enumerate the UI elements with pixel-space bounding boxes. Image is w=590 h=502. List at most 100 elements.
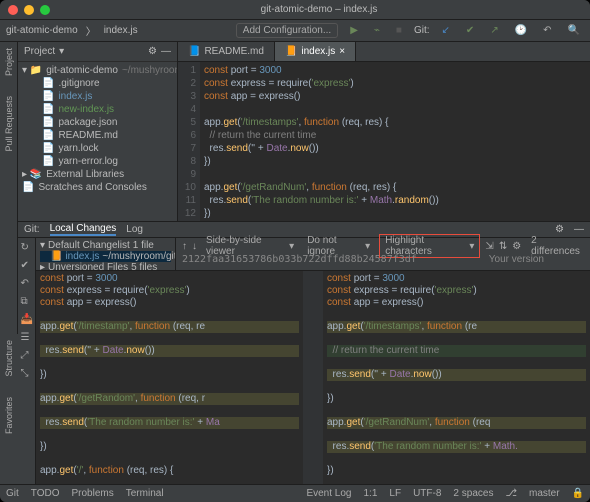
- default-changelist[interactable]: ▾ Default Changelist 1 file: [40, 240, 171, 251]
- tree-file[interactable]: 📄.gitignore: [22, 77, 173, 90]
- favorites-tool-button[interactable]: Favorites: [4, 397, 14, 434]
- folder-open-icon: ▾ 📁: [22, 65, 42, 76]
- debug-icon[interactable]: ⌁: [370, 24, 384, 37]
- git-tab-local-changes[interactable]: Local Changes: [50, 223, 117, 236]
- diff-pane-left[interactable]: const port = 3000 const express = requir…: [36, 271, 303, 484]
- editor-tabs: 📘README.md 📙index.js×: [178, 42, 590, 62]
- group-icon[interactable]: ☰: [21, 332, 33, 344]
- run-icon[interactable]: ▶: [346, 24, 362, 37]
- tree-scratches[interactable]: 📄Scratches and Consoles: [22, 181, 173, 194]
- vcs-revert-icon[interactable]: ↶: [539, 24, 555, 37]
- tree-ext-libs[interactable]: ▸ 📚External Libraries: [22, 168, 173, 181]
- code-editor[interactable]: 1234567891011121314 const port = 3000 co…: [178, 62, 590, 221]
- git-label: Git:: [24, 224, 40, 235]
- minimize-window-icon[interactable]: [24, 5, 34, 15]
- diff-pane-right[interactable]: const port = 3000 const express = requir…: [323, 271, 590, 484]
- search-icon[interactable]: 🔍: [564, 24, 584, 37]
- window-title: git-atomic-demo – index.js: [56, 4, 582, 15]
- tree-file[interactable]: 📄yarn.lock: [22, 142, 173, 155]
- scratches-icon: 📄: [22, 182, 34, 193]
- next-diff-icon[interactable]: ↓: [192, 241, 197, 252]
- content-area: Project ▾ ⚙ — ▾ 📁 git-atomic-demo ~/mush…: [18, 42, 590, 484]
- diff-toolbar-vertical: ↻ ✔ ↶ ⧉ 📥 ☰ ⤢ ⤡: [18, 238, 36, 484]
- indent[interactable]: 2 spaces: [453, 488, 493, 499]
- project-tool-button[interactable]: Project: [4, 48, 14, 76]
- chevron-right-icon: ▸ 📚: [22, 169, 42, 180]
- file-icon: 📄: [42, 156, 54, 167]
- status-terminal[interactable]: Terminal: [126, 488, 164, 499]
- tree-file[interactable]: 📄package.json: [22, 116, 173, 129]
- git-hide-icon[interactable]: —: [574, 224, 584, 235]
- status-bar: Git TODO Problems Terminal Event Log 1:1…: [0, 484, 590, 502]
- vcs-history-icon[interactable]: 🕑: [511, 24, 531, 37]
- encoding[interactable]: UTF-8: [413, 488, 441, 499]
- file-icon: 📘: [188, 46, 200, 57]
- tree-file[interactable]: 📄index.js: [22, 90, 173, 103]
- git-label: Git:: [414, 25, 430, 36]
- prev-diff-icon[interactable]: ↑: [182, 241, 187, 252]
- expand-icon[interactable]: ⤢: [21, 350, 33, 362]
- vcs-commit-icon[interactable]: ✔: [462, 24, 478, 37]
- sync-scroll-icon[interactable]: ⇅: [499, 241, 507, 252]
- tree-file[interactable]: 📄yarn-error.log: [22, 155, 173, 168]
- project-tree[interactable]: ▾ 📁 git-atomic-demo ~/mushyroom/git-atom…: [18, 62, 177, 196]
- cursor-pos[interactable]: 1:1: [364, 488, 378, 499]
- diff-icon[interactable]: ⧉: [21, 296, 33, 308]
- vcs-push-icon[interactable]: ↗: [486, 24, 502, 37]
- breadcrumb-file[interactable]: index.js: [104, 25, 138, 36]
- git-tab-log[interactable]: Log: [126, 224, 143, 235]
- project-panel: Project ▾ ⚙ — ▾ 📁 git-atomic-demo ~/mush…: [18, 42, 178, 221]
- lock-icon[interactable]: 🔒: [572, 488, 584, 499]
- revert-icon[interactable]: ↶: [21, 278, 33, 290]
- diff-panel: ↻ ✔ ↶ ⧉ 📥 ☰ ⤢ ⤡ ▾ Default Changelist 1 f…: [18, 238, 590, 484]
- tree-root[interactable]: ▾ 📁 git-atomic-demo ~/mushyroom/git-atom…: [22, 64, 173, 77]
- collapse-icon[interactable]: ⤡: [21, 368, 33, 380]
- pull-requests-tool-button[interactable]: Pull Requests: [4, 96, 14, 152]
- event-log[interactable]: Event Log: [306, 488, 351, 499]
- file-icon: 📄: [42, 78, 54, 89]
- tab-index-js[interactable]: 📙index.js×: [275, 42, 356, 61]
- file-icon: 📄: [42, 130, 54, 141]
- tab-readme[interactable]: 📘README.md: [178, 42, 275, 61]
- settings-icon[interactable]: ⚙: [512, 241, 521, 252]
- stop-icon: ■: [392, 24, 406, 37]
- collapse-unchanged-icon[interactable]: ⇲: [485, 241, 493, 252]
- status-todo[interactable]: TODO: [31, 488, 60, 499]
- diff-gutter: [303, 271, 323, 484]
- branch[interactable]: master: [529, 488, 560, 499]
- project-settings-icon[interactable]: ⚙: [148, 46, 157, 57]
- unversioned-files[interactable]: ▸ Unversioned Files 5 files: [40, 262, 171, 270]
- code-source[interactable]: const port = 3000 const express = requir…: [200, 62, 443, 221]
- editor-panel: 📘README.md 📙index.js× 123456789101112131…: [178, 42, 590, 221]
- refresh-icon[interactable]: ↻: [21, 242, 33, 254]
- changed-file[interactable]: 📙 index.js ~/mushyroom/git-ator: [40, 251, 171, 262]
- changes-tree[interactable]: ▾ Default Changelist 1 file 📙 index.js ~…: [36, 238, 176, 270]
- vcs-update-icon[interactable]: ↙: [438, 24, 454, 37]
- file-icon: 📄: [42, 91, 54, 102]
- commit-icon[interactable]: ✔: [21, 260, 33, 272]
- add-configuration-button[interactable]: Add Configuration...: [236, 23, 338, 38]
- structure-tool-button[interactable]: Structure: [4, 340, 14, 377]
- git-settings-icon[interactable]: ⚙: [555, 224, 564, 235]
- breadcrumb-root[interactable]: git-atomic-demo: [6, 25, 78, 36]
- tree-file[interactable]: 📄new-index.js: [22, 103, 173, 116]
- close-window-icon[interactable]: [8, 5, 18, 15]
- project-panel-header: Project ▾ ⚙ —: [18, 42, 177, 62]
- breadcrumb-chevron-icon: 〉: [86, 23, 96, 38]
- status-git[interactable]: Git: [6, 488, 19, 499]
- close-tab-icon[interactable]: ×: [339, 46, 345, 57]
- status-problems[interactable]: Problems: [72, 488, 114, 499]
- tree-file[interactable]: 📄README.md: [22, 129, 173, 142]
- shelf-icon[interactable]: 📥: [21, 314, 33, 326]
- line-sep[interactable]: LF: [389, 488, 401, 499]
- your-version-label: Your version: [489, 254, 544, 265]
- line-gutter: 1234567891011121314: [178, 62, 200, 221]
- left-tool-gutter-bottom: Structure Favorites: [0, 334, 18, 484]
- main-toolbar: git-atomic-demo 〉 index.js Add Configura…: [0, 20, 590, 42]
- maximize-window-icon[interactable]: [40, 5, 50, 15]
- project-hide-icon[interactable]: —: [161, 46, 171, 57]
- file-icon: 📄: [42, 104, 54, 115]
- titlebar: git-atomic-demo – index.js: [0, 0, 590, 20]
- commit-hash: 2122faa31653786b033b722dffd88b24587f3df: [182, 254, 417, 265]
- project-dropdown-icon[interactable]: ▾: [59, 46, 64, 57]
